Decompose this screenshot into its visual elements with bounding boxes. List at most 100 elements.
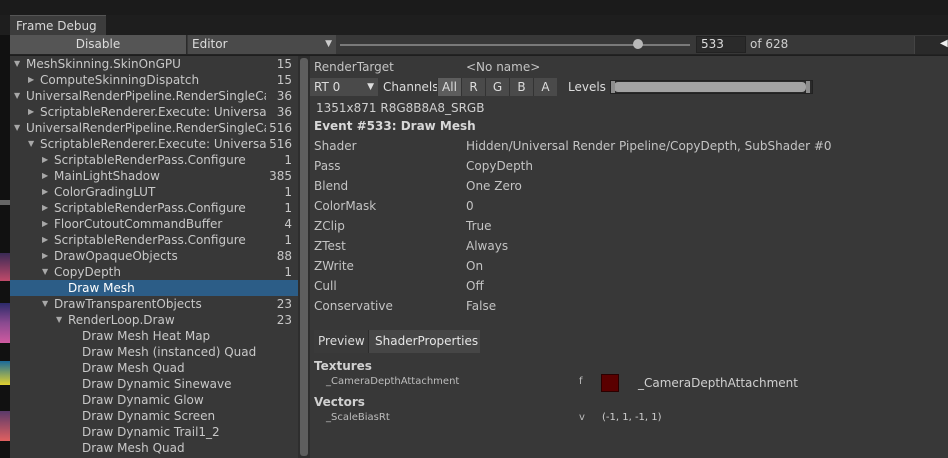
levels-max-handle[interactable] bbox=[806, 81, 810, 93]
tree-row-label: Draw Dynamic Trail1_2 bbox=[82, 425, 220, 439]
tree-row[interactable]: ▼ UniversalRenderPipeline.RenderSingleCam… bbox=[10, 88, 298, 104]
tree-row[interactable]: ▶ MainLightShadow 385 bbox=[10, 168, 298, 184]
tree-row[interactable]: Draw Mesh Heat Map bbox=[10, 328, 298, 344]
texture-thumbnail[interactable] bbox=[601, 374, 619, 392]
channel-g-button[interactable]: G bbox=[485, 78, 509, 96]
tree-row[interactable]: Draw Mesh (instanced) Quad bbox=[10, 344, 298, 360]
arrow-left-icon[interactable]: ◀ bbox=[940, 35, 948, 53]
tree-row[interactable]: ▶ ScriptableRenderer.Execute: UniversalRe… bbox=[10, 104, 298, 120]
event-total-label: of 628 bbox=[750, 37, 789, 51]
target-dropdown[interactable]: Editor ▼ bbox=[188, 35, 336, 54]
event-details-panel bbox=[310, 56, 948, 458]
tree-row-count: 516 bbox=[269, 137, 292, 151]
tree-row-count: 36 bbox=[276, 89, 292, 103]
tree-row-label: Draw Dynamic Screen bbox=[82, 409, 216, 423]
tree-row-count: 1 bbox=[284, 201, 292, 215]
tree-row[interactable]: ▼ DrawTransparentObjects 23 bbox=[10, 296, 298, 312]
triangle-down-icon[interactable]: ▼ bbox=[14, 56, 20, 72]
tree-row[interactable]: ▶ ColorGradingLUT 1 bbox=[10, 184, 298, 200]
property-key: Cull bbox=[314, 279, 337, 293]
event-slider-thumb[interactable] bbox=[632, 39, 643, 49]
disable-button[interactable]: Disable bbox=[10, 35, 187, 54]
channel-all-button[interactable]: All bbox=[437, 78, 461, 96]
tree-row[interactable]: ▶ ScriptableRenderPass.Configure 1 bbox=[10, 232, 298, 248]
triangle-down-icon[interactable]: ▼ bbox=[56, 312, 62, 328]
tree-row[interactable]: ▼ CopyDepth 1 bbox=[10, 264, 298, 280]
tree-row-label: ScriptableRenderer.Execute: UniversalRe bbox=[40, 137, 266, 151]
tree-row[interactable]: ▶ DrawOpaqueObjects 88 bbox=[10, 248, 298, 264]
levels-label: Levels bbox=[568, 80, 606, 94]
chevron-down-icon: ▼ bbox=[367, 82, 374, 92]
tree-row[interactable]: ▼ ScriptableRenderer.Execute: UniversalRe… bbox=[10, 136, 298, 152]
triangle-right-icon[interactable]: ▶ bbox=[42, 168, 48, 184]
property-key: Shader bbox=[314, 139, 357, 153]
thumbnail-image bbox=[0, 411, 10, 441]
tree-row[interactable]: Draw Dynamic Glow bbox=[10, 392, 298, 408]
tree-row[interactable]: Draw Dynamic Screen bbox=[10, 408, 298, 424]
property-value: Hidden/Universal Render Pipeline/CopyDep… bbox=[466, 139, 832, 153]
target-dropdown-label: Editor bbox=[192, 37, 228, 51]
channel-r-button[interactable]: R bbox=[461, 78, 485, 96]
triangle-right-icon[interactable]: ▶ bbox=[28, 72, 34, 88]
tree-row-label: ComputeSkinningDispatch bbox=[40, 73, 200, 87]
tree-row[interactable]: Draw Dynamic Sinewave bbox=[10, 376, 298, 392]
levels-slider-range[interactable] bbox=[614, 82, 806, 92]
property-key: ColorMask bbox=[314, 199, 377, 213]
triangle-down-icon[interactable]: ▼ bbox=[14, 88, 20, 104]
tree-row-selected[interactable]: Draw Mesh bbox=[10, 280, 298, 296]
tree-row[interactable]: Draw Dynamic Trail1_2 bbox=[10, 424, 298, 440]
triangle-right-icon[interactable]: ▶ bbox=[42, 232, 48, 248]
tree-row[interactable]: ▶ ComputeSkinningDispatch 15 bbox=[10, 72, 298, 88]
strip-divider bbox=[0, 200, 10, 205]
render-target-value: <No name> bbox=[466, 60, 541, 74]
channels-label: Channels bbox=[383, 80, 439, 94]
tree-row-label: Draw Dynamic Glow bbox=[82, 393, 204, 407]
tree-row-count: 4 bbox=[284, 217, 292, 231]
vector-property-name: _ScaleBiasRt bbox=[326, 412, 390, 423]
triangle-down-icon[interactable]: ▼ bbox=[42, 264, 48, 280]
tree-row-label: DrawOpaqueObjects bbox=[54, 249, 178, 263]
triangle-right-icon[interactable]: ▶ bbox=[42, 152, 48, 168]
triangle-right-icon[interactable]: ▶ bbox=[28, 104, 34, 120]
triangle-right-icon[interactable]: ▶ bbox=[42, 200, 48, 216]
tree-row-label: Draw Mesh Quad bbox=[82, 441, 185, 455]
channel-a-button[interactable]: A bbox=[533, 78, 557, 96]
thumbnail-image bbox=[0, 303, 10, 343]
thumbnail-image bbox=[0, 361, 10, 385]
channel-b-button[interactable]: B bbox=[509, 78, 533, 96]
tab-shader-properties[interactable]: ShaderProperties bbox=[369, 330, 480, 353]
triangle-down-icon[interactable]: ▼ bbox=[42, 296, 48, 312]
tree-row[interactable]: ▶ FloorCutoutCommandBuffer 4 bbox=[10, 216, 298, 232]
tree-row[interactable]: ▶ ScriptableRenderPass.Configure 1 bbox=[10, 200, 298, 216]
tree-row[interactable]: ▼ MeshSkinning.SkinOnGPU 15 bbox=[10, 56, 298, 72]
triangle-right-icon[interactable]: ▶ bbox=[42, 248, 48, 264]
triangle-down-icon[interactable]: ▼ bbox=[28, 136, 34, 152]
render-target-format: 1351x871 R8G8B8A8_SRGB bbox=[316, 101, 485, 115]
property-key: Pass bbox=[314, 159, 341, 173]
tree-row[interactable]: Draw Mesh Quad bbox=[10, 360, 298, 376]
tree-row-label: DrawTransparentObjects bbox=[54, 297, 202, 311]
tree-row-label: Draw Mesh Quad bbox=[82, 361, 185, 375]
tab-frame-debug[interactable]: Frame Debug bbox=[10, 15, 106, 35]
tree-row[interactable]: ▼ UniversalRenderPipeline.RenderSingleCam… bbox=[10, 120, 298, 136]
tree-row-label: MeshSkinning.SkinOnGPU bbox=[26, 57, 181, 71]
tree-row[interactable]: Draw Mesh Quad bbox=[10, 440, 298, 456]
triangle-right-icon[interactable]: ▶ bbox=[42, 184, 48, 200]
chevron-down-icon: ▼ bbox=[325, 39, 332, 49]
property-key: Conservative bbox=[314, 299, 393, 313]
tree-row-label: UniversalRenderPipeline.RenderSingleCame bbox=[26, 89, 266, 103]
property-value: CopyDepth bbox=[466, 159, 533, 173]
triangle-right-icon[interactable]: ▶ bbox=[42, 216, 48, 232]
triangle-down-icon[interactable]: ▼ bbox=[14, 120, 20, 136]
tree-scrollbar-thumb[interactable] bbox=[300, 58, 308, 456]
tree-row-label: ColorGradingLUT bbox=[54, 185, 156, 199]
levels-min-handle[interactable] bbox=[611, 81, 615, 93]
tree-row[interactable]: ▼ RenderLoop.Draw 23 bbox=[10, 312, 298, 328]
event-index-field[interactable]: 533 bbox=[696, 36, 746, 53]
tree-row[interactable]: ▶ ScriptableRenderPass.Configure 1 bbox=[10, 152, 298, 168]
rt-select-dropdown[interactable]: RT 0 ▼ bbox=[310, 78, 378, 96]
tab-preview[interactable]: Preview bbox=[314, 330, 369, 353]
texture-property-name: _CameraDepthAttachment bbox=[326, 376, 460, 387]
tree-row-label: RenderLoop.Draw bbox=[68, 313, 175, 327]
texture-value: _CameraDepthAttachment bbox=[638, 376, 798, 390]
